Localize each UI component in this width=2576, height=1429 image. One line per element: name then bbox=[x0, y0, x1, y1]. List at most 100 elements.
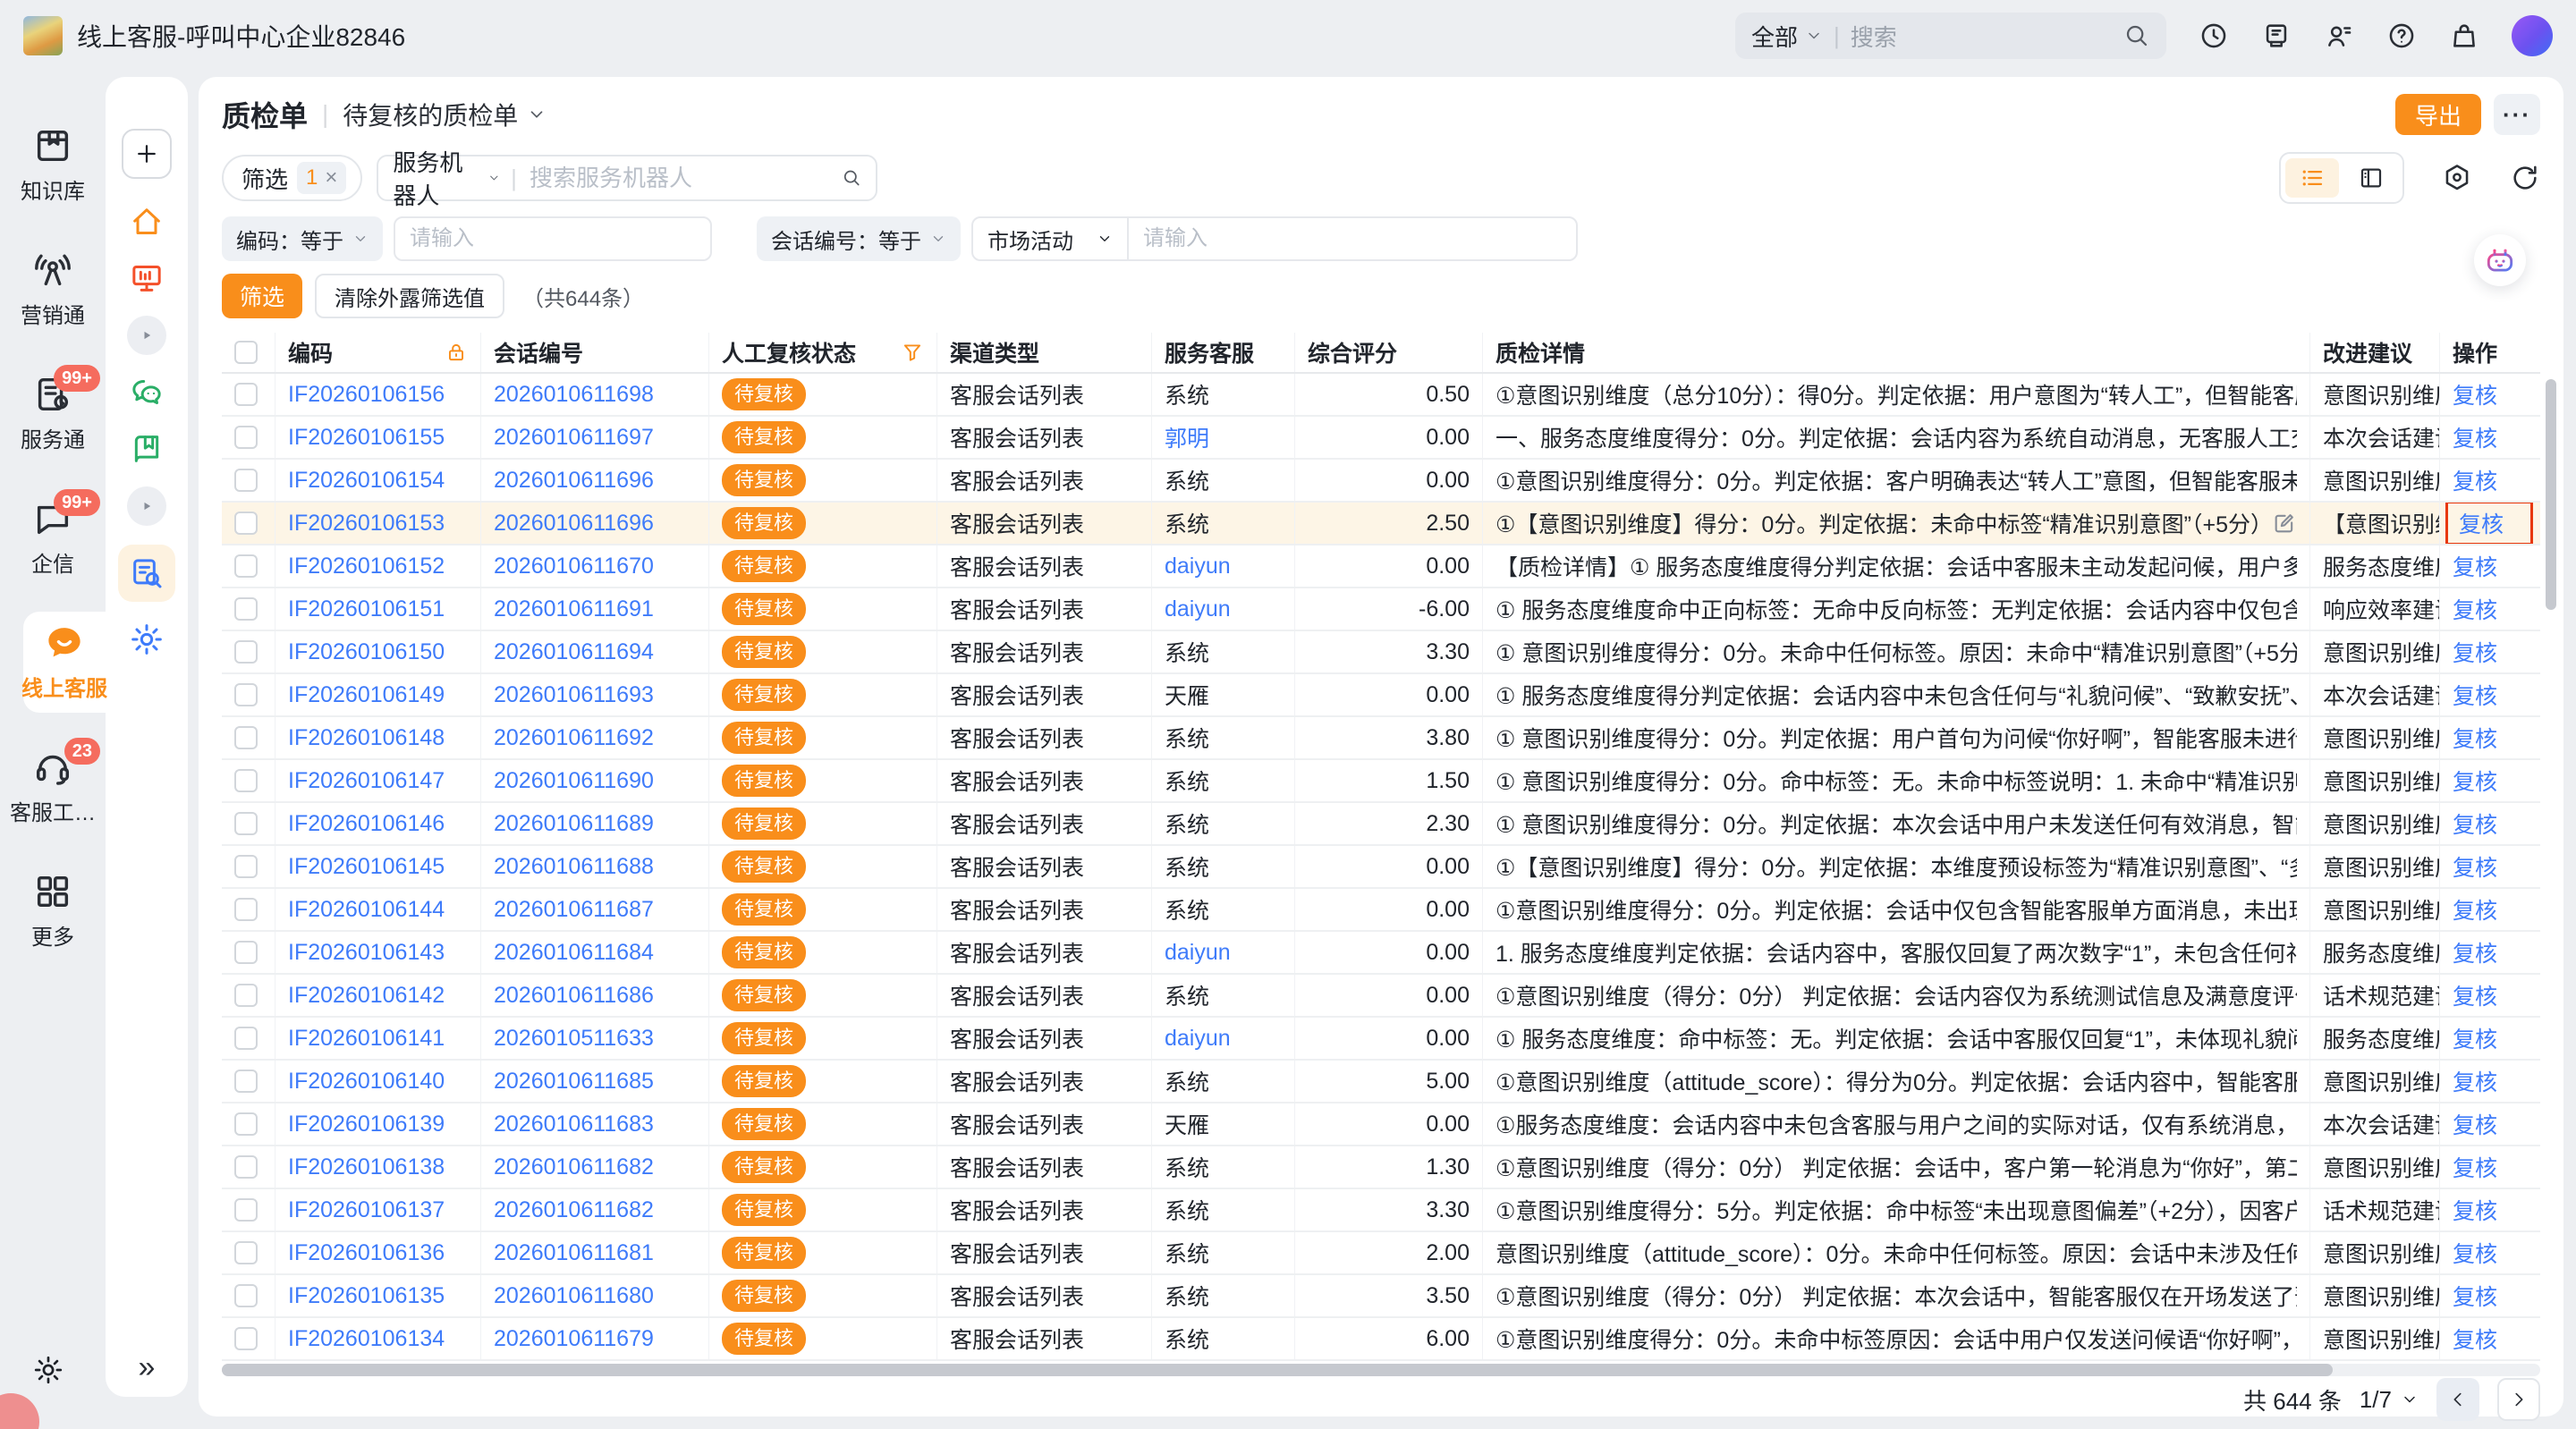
robot-search-scope[interactable]: 服务机器人 bbox=[393, 145, 500, 211]
code-link[interactable]: IF20260106147 bbox=[288, 768, 445, 794]
review-action-link[interactable]: 复核 bbox=[2453, 893, 2497, 926]
view-selector[interactable]: 待复核的质检单 bbox=[343, 97, 547, 132]
rail-button-play-icon[interactable] bbox=[127, 486, 166, 526]
review-action-link[interactable]: 复核 bbox=[2453, 850, 2497, 883]
row-checkbox[interactable] bbox=[234, 1284, 258, 1307]
session-link[interactable]: 2026010611680 bbox=[494, 1283, 654, 1309]
session-link[interactable]: 2026010611679 bbox=[494, 1326, 654, 1352]
robot-search[interactable]: 服务机器人 | bbox=[377, 155, 877, 201]
sidebar-item-营销通[interactable]: 营销通 bbox=[0, 239, 106, 340]
session-link[interactable]: 2026010611683 bbox=[494, 1112, 654, 1137]
review-action-link[interactable]: 复核 bbox=[2453, 936, 2497, 968]
session-link[interactable]: 2026010611690 bbox=[494, 768, 654, 794]
horizontal-scrollbar-thumb[interactable] bbox=[222, 1364, 2333, 1376]
table-settings-icon[interactable] bbox=[2442, 163, 2472, 193]
review-action-link[interactable]: 复核 bbox=[2453, 765, 2497, 797]
code-link[interactable]: IF20260106135 bbox=[288, 1283, 445, 1309]
code-link[interactable]: IF20260106143 bbox=[288, 940, 445, 966]
settings-gear-icon[interactable] bbox=[32, 1354, 64, 1386]
sidebar-item-客服工…[interactable]: 23客服工… bbox=[0, 736, 106, 837]
review-action-link[interactable]: 复核 bbox=[2453, 636, 2497, 668]
row-checkbox[interactable] bbox=[234, 640, 258, 664]
edit-icon[interactable] bbox=[2272, 511, 2297, 536]
vertical-scrollbar[interactable] bbox=[2546, 379, 2556, 610]
code-filter-input[interactable] bbox=[394, 216, 712, 261]
sidebar-item-企信[interactable]: 99+企信 bbox=[0, 487, 106, 588]
session-link[interactable]: 2026010611691 bbox=[494, 596, 654, 622]
refresh-icon[interactable] bbox=[2510, 163, 2540, 193]
review-action-link[interactable]: 复核 bbox=[2453, 421, 2497, 453]
row-checkbox[interactable] bbox=[234, 1027, 258, 1050]
code-link[interactable]: IF20260106151 bbox=[288, 596, 445, 622]
row-checkbox[interactable] bbox=[234, 597, 258, 621]
more-actions-button[interactable]: ··· bbox=[2494, 94, 2540, 135]
review-action-link[interactable]: 复核 bbox=[2453, 679, 2497, 711]
column-header-编码[interactable]: 编码 bbox=[275, 333, 481, 372]
session-link[interactable]: 2026010611694 bbox=[494, 639, 654, 665]
session-link[interactable]: 2026010611670 bbox=[494, 554, 654, 579]
filter-chip[interactable]: 筛选 1 × bbox=[222, 155, 362, 201]
review-action-link[interactable]: 复核 bbox=[2453, 1194, 2497, 1226]
session-link[interactable]: 2026010611682 bbox=[494, 1197, 654, 1223]
agent-link[interactable]: daiyun bbox=[1165, 596, 1231, 622]
rail-button-play-icon[interactable] bbox=[127, 316, 166, 355]
code-link[interactable]: IF20260106137 bbox=[288, 1197, 445, 1223]
row-checkbox[interactable] bbox=[234, 383, 258, 406]
rail-button-monitor-icon[interactable] bbox=[128, 259, 165, 297]
session-link[interactable]: 2026010611696 bbox=[494, 511, 654, 537]
row-checkbox[interactable] bbox=[234, 683, 258, 706]
avatar[interactable] bbox=[2512, 15, 2553, 56]
row-checkbox[interactable] bbox=[234, 1198, 258, 1222]
session-link[interactable]: 2026010611687 bbox=[494, 897, 654, 923]
row-checkbox[interactable] bbox=[234, 512, 258, 535]
row-checkbox[interactable] bbox=[234, 812, 258, 835]
rail-button-gear-icon[interactable] bbox=[128, 621, 165, 658]
code-link[interactable]: IF20260106136 bbox=[288, 1240, 445, 1266]
session-link[interactable]: 2026010611685 bbox=[494, 1069, 654, 1095]
agent-link[interactable]: daiyun bbox=[1165, 940, 1231, 966]
code-link[interactable]: IF20260106134 bbox=[288, 1326, 445, 1352]
column-header-服务客服[interactable]: 服务客服 bbox=[1152, 333, 1295, 372]
review-action-link[interactable]: 复核 bbox=[2453, 593, 2497, 625]
review-action-link[interactable]: 复核 bbox=[2453, 1280, 2497, 1312]
code-link[interactable]: IF20260106154 bbox=[288, 468, 445, 494]
row-checkbox[interactable] bbox=[234, 898, 258, 921]
sidebar-item-服务通[interactable]: 99+服务通 bbox=[0, 363, 106, 464]
review-action-link[interactable]: 复核 bbox=[2459, 507, 2504, 539]
code-link[interactable]: IF20260106140 bbox=[288, 1069, 445, 1095]
column-header-综合评分[interactable]: 综合评分 bbox=[1295, 333, 1483, 372]
row-checkbox[interactable] bbox=[234, 1241, 258, 1264]
column-header-质检详情[interactable]: 质检详情 bbox=[1483, 333, 2310, 372]
search-icon[interactable] bbox=[2123, 22, 2150, 49]
column-header-会话编号[interactable]: 会话编号 bbox=[481, 333, 709, 372]
review-action-link[interactable]: 复核 bbox=[2453, 1022, 2497, 1054]
export-button[interactable]: 导出 bbox=[2395, 94, 2481, 135]
review-action-link[interactable]: 复核 bbox=[2453, 1151, 2497, 1183]
review-action-link[interactable]: 复核 bbox=[2453, 1323, 2497, 1355]
review-action-link[interactable]: 复核 bbox=[2453, 1237, 2497, 1269]
next-page-button[interactable] bbox=[2497, 1378, 2540, 1421]
row-checkbox[interactable] bbox=[234, 941, 258, 964]
ai-assistant-button[interactable] bbox=[2474, 234, 2526, 286]
select-all-checkbox[interactable] bbox=[234, 341, 258, 364]
row-checkbox[interactable] bbox=[234, 1155, 258, 1179]
rail-button-home-icon[interactable] bbox=[128, 203, 165, 241]
row-checkbox[interactable] bbox=[234, 855, 258, 878]
help-icon[interactable] bbox=[2386, 21, 2417, 51]
search-scope-select[interactable]: 全部 bbox=[1751, 20, 1823, 53]
code-link[interactable]: IF20260106150 bbox=[288, 639, 445, 665]
column-header-人工复核状态[interactable]: 人工复核状态 bbox=[709, 333, 937, 372]
history-icon[interactable] bbox=[2199, 21, 2229, 51]
rail-button-wechat-icon[interactable] bbox=[128, 374, 165, 411]
review-action-link[interactable]: 复核 bbox=[2453, 808, 2497, 840]
session-link[interactable]: 2026010611681 bbox=[494, 1240, 654, 1266]
session-link[interactable]: 2026010611682 bbox=[494, 1154, 654, 1180]
code-link[interactable]: IF20260106149 bbox=[288, 682, 445, 708]
code-link[interactable]: IF20260106141 bbox=[288, 1026, 445, 1052]
search-icon[interactable] bbox=[842, 165, 861, 191]
app-store-icon[interactable] bbox=[2449, 21, 2479, 51]
column-header-改进建议[interactable]: 改进建议 bbox=[2310, 333, 2440, 372]
clear-filters-button[interactable]: 清除外露筛选值 bbox=[315, 274, 504, 318]
column-header-操作[interactable]: 操作 bbox=[2440, 333, 2534, 372]
split-view-toggle[interactable] bbox=[2344, 158, 2398, 198]
